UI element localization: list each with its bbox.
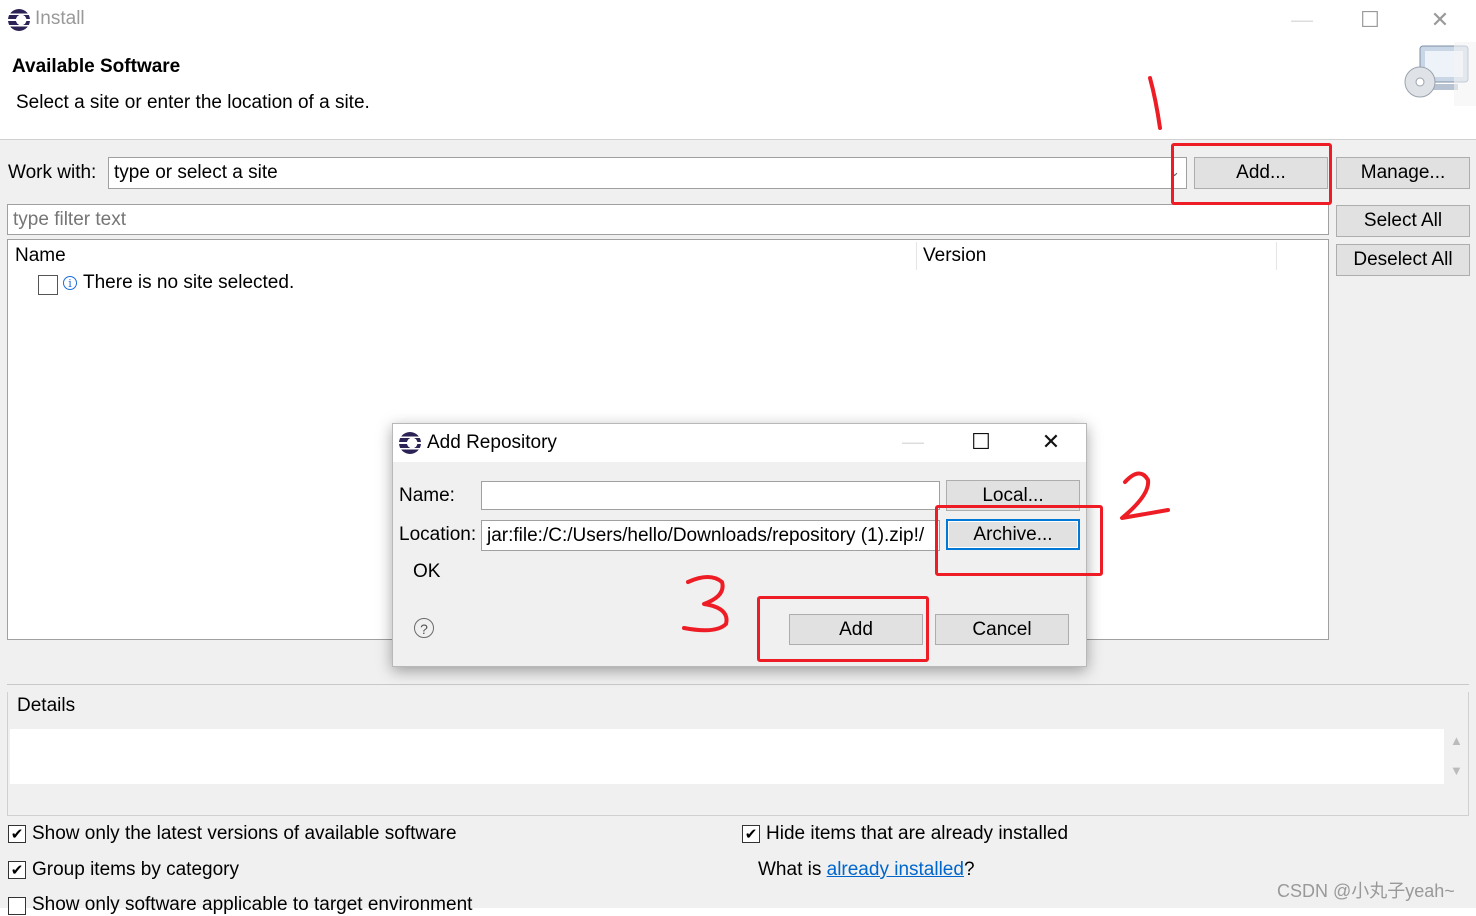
handwritten-annotations [682, 76, 1170, 633]
